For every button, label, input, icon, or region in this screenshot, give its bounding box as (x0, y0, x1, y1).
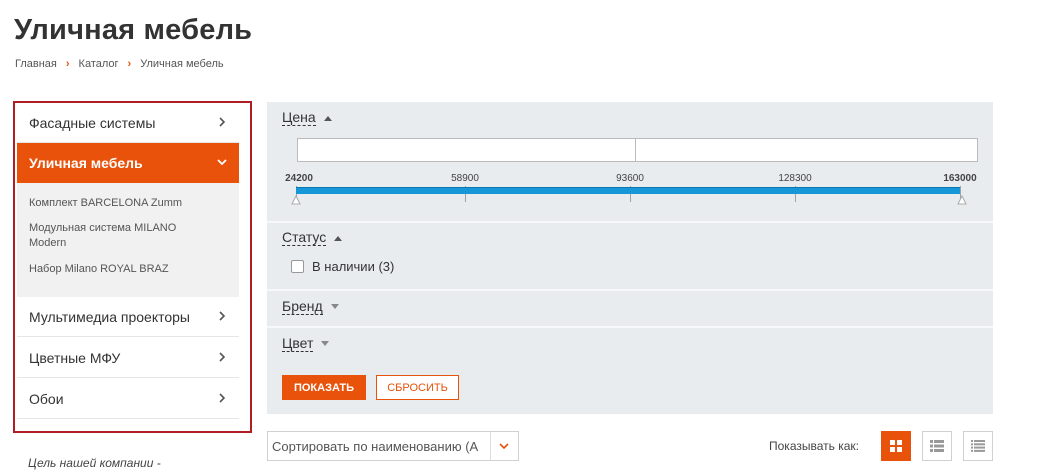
triangle-up-icon (334, 236, 343, 241)
reset-button[interactable]: СБРОСИТЬ (376, 375, 459, 400)
sort-select[interactable]: Сортировать по наименованию (А (267, 431, 519, 461)
chevron-right-icon: › (127, 58, 132, 70)
view-list-button[interactable] (922, 431, 952, 461)
sort-divider (490, 432, 491, 460)
chevron-right-icon (219, 393, 226, 403)
chevron-right-icon (219, 311, 226, 321)
in-stock-checkbox[interactable] (291, 260, 304, 273)
filter-panel: Цена 24200 58900 93600 128300 163000 Ста… (267, 102, 993, 414)
chevron-right-icon: › (65, 58, 70, 70)
mission-text: Цель нашей компании - (28, 456, 161, 470)
submenu-item-milano-royal[interactable]: Набор Milano ROYAL BRAZ (29, 262, 209, 277)
price-tick-label: 24200 (285, 173, 313, 184)
chevron-right-icon (219, 352, 226, 362)
submenu-list: Комплект BARCELONA Zumm Модульная систем… (17, 183, 239, 297)
price-slider-handle-min[interactable] (291, 195, 301, 205)
sidebar-item-facade[interactable]: Фасадные системы (17, 103, 239, 143)
show-button[interactable]: ПОКАЗАТЬ (282, 375, 366, 400)
triangle-down-icon (321, 341, 330, 346)
sidebar-item-label: Мультимедиа проекторы (29, 308, 190, 325)
chevron-down-icon (217, 159, 227, 166)
price-tick-label: 163000 (943, 173, 977, 184)
filter-divider (267, 289, 993, 291)
sidebar-item-label: Обои (29, 390, 64, 407)
triangle-up-icon (323, 116, 332, 121)
sidebar-menu: Фасадные системы Уличная мебель Комплект… (13, 101, 252, 433)
sidebar-item-label: Фасадные системы (29, 114, 156, 131)
filter-price-toggle[interactable]: Цена (282, 110, 332, 126)
price-slider-handle-max[interactable] (957, 195, 967, 205)
filter-brand-label: Бренд (282, 298, 323, 315)
grid-icon (890, 440, 902, 452)
sidebar-item-color-mfp[interactable]: Цветные МФУ (17, 338, 239, 378)
filter-in-stock-option: В наличии (3) (291, 259, 394, 274)
breadcrumb-home[interactable]: Главная (15, 58, 57, 70)
sidebar-item-street-furniture[interactable]: Уличная мебель (17, 143, 239, 183)
view-table-button[interactable] (963, 431, 993, 461)
filter-brand-toggle[interactable]: Бренд (282, 299, 339, 315)
price-max-input[interactable] (635, 138, 978, 162)
filter-color-label: Цвет (282, 335, 314, 352)
page-title: Уличная мебель (14, 14, 253, 46)
price-tick-label: 128300 (778, 173, 812, 184)
submenu-item-milano-modern[interactable]: Модульная система MILANO Modern (29, 221, 209, 251)
breadcrumb-current: Уличная мебель (140, 58, 224, 70)
filter-price-label: Цена (282, 109, 316, 126)
table-icon (971, 440, 985, 452)
filter-status-label: Статус (282, 229, 327, 246)
submenu-item-barcelona[interactable]: Комплект BARCELONA Zumm (29, 196, 209, 211)
price-slider-track[interactable] (296, 187, 960, 194)
price-tick-label: 93600 (616, 173, 644, 184)
list-icon (930, 440, 944, 452)
triangle-down-icon (330, 304, 339, 309)
sidebar-item-label: Цветные МФУ (29, 349, 121, 366)
filter-color-toggle[interactable]: Цвет (282, 335, 330, 352)
breadcrumb-catalog[interactable]: Каталог (79, 58, 119, 70)
breadcrumb: Главная › Каталог › Уличная мебель (15, 58, 224, 70)
sidebar-item-projectors[interactable]: Мультимедиа проекторы (17, 297, 239, 337)
sidebar-item-label: Уличная мебель (29, 155, 143, 171)
sort-select-value: Сортировать по наименованию (А (272, 439, 478, 454)
price-tick-label: 58900 (451, 173, 479, 184)
filter-divider (267, 326, 993, 328)
filter-divider (267, 221, 993, 223)
price-min-input[interactable] (297, 138, 636, 162)
chevron-down-icon (499, 443, 509, 450)
view-mode-label: Показывать как: (769, 439, 859, 453)
sidebar-item-wallpaper[interactable]: Обои (17, 379, 239, 419)
filter-status-toggle[interactable]: Статус (282, 229, 343, 246)
view-grid-button[interactable] (881, 431, 911, 461)
in-stock-label[interactable]: В наличии (3) (312, 259, 394, 274)
chevron-right-icon (219, 117, 226, 127)
